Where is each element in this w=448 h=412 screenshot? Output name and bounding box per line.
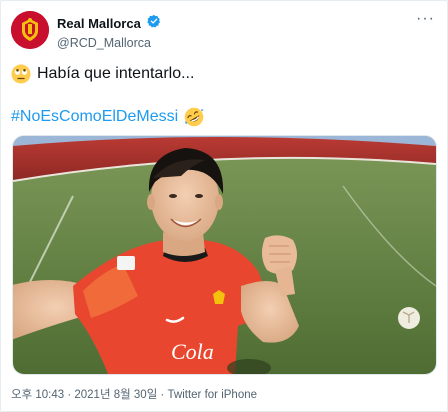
rofl-emoji-icon xyxy=(184,107,204,127)
rolling-eyes-emoji-icon xyxy=(11,64,31,84)
tweet-header: Real Mallorca @RCD_Mallorca ··· xyxy=(11,11,437,51)
tweet-time[interactable]: 오후 10:43 xyxy=(11,389,64,401)
more-options-icon[interactable]: ··· xyxy=(416,11,435,27)
author-display-name[interactable]: Real Mallorca xyxy=(57,16,141,32)
jersey-sponsor-text: Cola xyxy=(171,339,214,364)
hashtag-link[interactable]: #NoEsComoElDeMessi xyxy=(11,108,178,126)
meta-separator: · xyxy=(64,389,75,401)
tweet-source[interactable]: Twitter for iPhone xyxy=(168,389,257,401)
tweet-text: Había que intentarlo... xyxy=(11,63,437,85)
tweet-body-text: Había que intentarlo... xyxy=(37,65,195,82)
club-crest-icon[interactable] xyxy=(11,11,49,49)
hashtag-line: #NoEsComoElDeMessi xyxy=(11,106,204,128)
author-names: Real Mallorca @RCD_Mallorca xyxy=(57,14,161,51)
meta-separator: · xyxy=(157,389,168,401)
tweet-card: Real Mallorca @RCD_Mallorca ··· Había qu… xyxy=(0,0,448,412)
verified-badge-icon xyxy=(147,14,161,33)
tweet-metadata: 오후 10:43 · 2021년 8월 30일 · Twitter for iP… xyxy=(11,388,257,402)
tweet-date[interactable]: 2021년 8월 30일 xyxy=(74,389,157,401)
tweet-media-video[interactable]: Cola xyxy=(12,135,437,375)
author-handle[interactable]: @RCD_Mallorca xyxy=(57,35,161,51)
